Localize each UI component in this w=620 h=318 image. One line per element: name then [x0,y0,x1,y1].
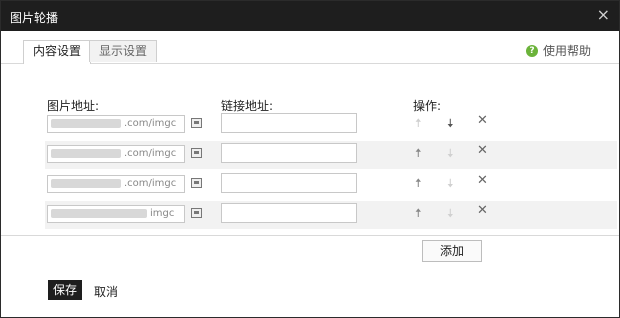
dialog-title: 图片轮播 [10,11,59,25]
image-carousel-dialog: 图片轮播 × 内容设置 显示设置 ? 使用帮助 图片地址: 链接地址: 操作: … [0,0,620,318]
image-url-input[interactable]: .com/imgc [47,145,185,163]
image-picker-icon[interactable] [191,178,202,188]
table-row: .com/imgc 🠅 🠇 ✕ [45,141,617,169]
image-picker-icon[interactable] [191,118,202,128]
table-row: .com/imgc 🠅 🠇 ✕ [45,171,617,199]
delete-icon[interactable]: ✕ [477,173,488,188]
image-url-input[interactable]: imgc [47,205,185,223]
image-url-input[interactable]: .com/imgc [47,115,185,133]
move-down-icon[interactable]: 🠇 [447,114,454,135]
close-icon[interactable]: × [597,6,610,24]
image-url-input[interactable]: .com/imgc [47,175,185,193]
link-url-input[interactable] [221,113,357,133]
move-down-icon[interactable]: 🠇 [447,144,454,165]
table-row: imgc 🠅 🠇 ✕ [45,201,617,229]
move-up-icon[interactable]: 🠅 [415,114,422,135]
move-down-icon[interactable]: 🠇 [447,174,454,195]
image-picker-icon[interactable] [191,208,202,218]
link-url-input[interactable] [221,203,357,223]
move-up-icon[interactable]: 🠅 [415,144,422,165]
cancel-button[interactable]: 取消 [94,283,118,300]
help-label: 使用帮助 [542,44,591,58]
dialog-titlebar: 图片轮播 × [1,1,619,31]
add-button[interactable]: 添加 [422,240,482,262]
tab-content-settings[interactable]: 内容设置 [23,40,92,64]
link-url-input[interactable] [221,173,357,193]
tab-display-settings[interactable]: 显示设置 [89,40,158,62]
delete-icon[interactable]: ✕ [477,143,488,158]
image-picker-icon[interactable] [191,148,202,158]
question-circle-icon: ? [525,44,538,57]
delete-icon[interactable]: ✕ [477,203,488,218]
link-url-input[interactable] [221,143,357,163]
move-up-icon[interactable]: 🠅 [415,204,422,225]
delete-icon[interactable]: ✕ [477,113,488,128]
save-button[interactable]: 保存 [48,280,82,300]
divider [1,235,619,236]
help-link[interactable]: ? 使用帮助 [525,42,591,59]
table-row: .com/imgc 🠅 🠇 ✕ [45,111,617,139]
move-up-icon[interactable]: 🠅 [415,174,422,195]
move-down-icon[interactable]: 🠇 [447,204,454,225]
